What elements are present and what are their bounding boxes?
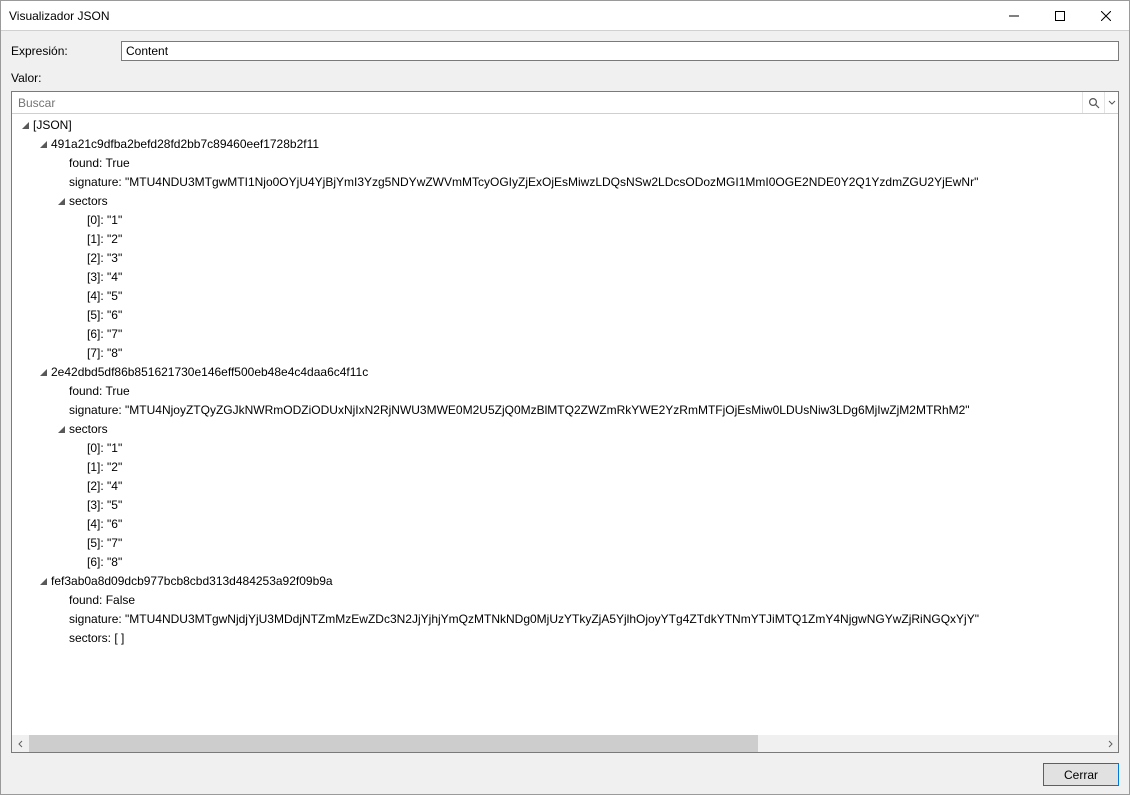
close-button[interactable]: Cerrar [1043, 763, 1119, 786]
dialog-footer: Cerrar [11, 759, 1119, 786]
expand-toggle[interactable] [56, 193, 67, 212]
tree-sector-item[interactable]: [2]: "4" [16, 477, 1118, 496]
tree-array-item: [2]: "4" [87, 479, 122, 493]
tree-entry[interactable]: 2e42dbd5df86b851621730e146eff500eb48e4c4… [16, 363, 1118, 382]
minimize-icon [1009, 11, 1019, 21]
tree-sector-item[interactable]: [4]: "5" [16, 287, 1118, 306]
expression-value: Content [126, 44, 168, 58]
chevron-left-icon [17, 740, 25, 748]
tree-array-item: [7]: "8" [87, 346, 122, 360]
search-icon [1088, 97, 1100, 109]
tree-array-item: [0]: "1" [87, 213, 122, 227]
close-window-button[interactable] [1083, 1, 1129, 31]
expand-toggle[interactable] [38, 364, 49, 383]
close-icon [1101, 11, 1111, 21]
horizontal-scrollbar[interactable] [12, 735, 1118, 752]
expand-toggle[interactable] [20, 117, 31, 136]
tree-key: fef3ab0a8d09dcb977bcb8cbd313d484253a92f0… [51, 574, 333, 588]
tree-array-item: [6]: "7" [87, 327, 122, 341]
expression-field[interactable]: Content [121, 41, 1119, 61]
tree-key: 2e42dbd5df86b851621730e146eff500eb48e4c4… [51, 365, 368, 379]
search-input[interactable] [12, 92, 1082, 113]
tree-prop: found: True [69, 156, 130, 170]
tree-prop: signature: "MTU4NjoyZTQyZGJkNWRmODZiODUx… [69, 403, 970, 417]
expand-toggle[interactable] [56, 421, 67, 440]
tree-sector-item[interactable]: [3]: "5" [16, 496, 1118, 515]
scroll-right-button[interactable] [1101, 735, 1118, 752]
chevron-right-icon [1106, 740, 1114, 748]
tree-prop: signature: "MTU4NDU3MTgwNjdjYjU3MDdjNTZm… [69, 612, 979, 626]
window-title: Visualizador JSON [9, 9, 110, 23]
value-label: Valor: [11, 71, 1119, 85]
tree-sector-item[interactable]: [5]: "6" [16, 306, 1118, 325]
tree-sectors-empty[interactable]: sectors: [ ] [16, 629, 1118, 648]
tree-sector-item[interactable]: [0]: "1" [16, 439, 1118, 458]
tree-prop: sectors: [ ] [69, 631, 124, 645]
tree-sector-item[interactable]: [0]: "1" [16, 211, 1118, 230]
tree-sector-item[interactable]: [6]: "8" [16, 553, 1118, 572]
tree-array-item: [0]: "1" [87, 441, 122, 455]
search-row [12, 92, 1118, 114]
tree-prop: signature: "MTU4NDU3MTgwMTI1Njo0OYjU4YjB… [69, 175, 978, 189]
tree-array-item: [1]: "2" [87, 232, 122, 246]
tree-array-item: [1]: "2" [87, 460, 122, 474]
tree-array-item: [3]: "5" [87, 498, 122, 512]
tree-found[interactable]: found: True [16, 382, 1118, 401]
tree-root[interactable]: [JSON] [16, 116, 1118, 135]
tree-sector-item[interactable]: [5]: "7" [16, 534, 1118, 553]
tree-container: [JSON] 491a21c9dfba2befd28fd2bb7c89460eef… [12, 114, 1118, 752]
maximize-button[interactable] [1037, 1, 1083, 31]
tree-array-item: [4]: "5" [87, 289, 122, 303]
client-area: Expresión: Content Valor: [JSON] 491a21c9… [1, 31, 1129, 794]
tree-sector-item[interactable]: [1]: "2" [16, 458, 1118, 477]
expression-label: Expresión: [11, 44, 111, 58]
expand-toggle[interactable] [38, 573, 49, 592]
scroll-left-button[interactable] [12, 735, 29, 752]
tree-array-item: [4]: "6" [87, 517, 122, 531]
tree-sector-item[interactable]: [6]: "7" [16, 325, 1118, 344]
tree-root-label: [JSON] [33, 118, 72, 132]
tree-found[interactable]: found: False [16, 591, 1118, 610]
search-button[interactable] [1082, 92, 1104, 113]
tree-prop: found: True [69, 384, 130, 398]
tree-array-item: [6]: "8" [87, 555, 122, 569]
tree-array-item: [2]: "3" [87, 251, 122, 265]
tree-sectors[interactable]: sectors [16, 192, 1118, 211]
minimize-button[interactable] [991, 1, 1037, 31]
json-tree[interactable]: [JSON] 491a21c9dfba2befd28fd2bb7c89460eef… [12, 114, 1118, 735]
tree-sectors[interactable]: sectors [16, 420, 1118, 439]
tree-sector-item[interactable]: [2]: "3" [16, 249, 1118, 268]
titlebar: Visualizador JSON [1, 1, 1129, 31]
value-panel: [JSON] 491a21c9dfba2befd28fd2bb7c89460eef… [11, 91, 1119, 753]
tree-prop: sectors [69, 194, 108, 208]
tree-prop: sectors [69, 422, 108, 436]
tree-sector-item[interactable]: [3]: "4" [16, 268, 1118, 287]
json-visualizer-window: Visualizador JSON Expresión: Content Val… [0, 0, 1130, 795]
tree-entry[interactable]: fef3ab0a8d09dcb977bcb8cbd313d484253a92f0… [16, 572, 1118, 591]
tree-sector-item[interactable]: [1]: "2" [16, 230, 1118, 249]
expand-toggle[interactable] [38, 136, 49, 155]
tree-sector-item[interactable]: [7]: "8" [16, 344, 1118, 363]
search-options-button[interactable] [1104, 92, 1118, 113]
tree-signature[interactable]: signature: "MTU4NjoyZTQyZGJkNWRmODZiODUx… [16, 401, 1118, 420]
scroll-thumb[interactable] [29, 735, 758, 752]
tree-array-item: [5]: "7" [87, 536, 122, 550]
expression-row: Expresión: Content [11, 41, 1119, 61]
maximize-icon [1055, 11, 1065, 21]
scroll-track[interactable] [29, 735, 1101, 752]
tree-signature[interactable]: signature: "MTU4NDU3MTgwNjdjYjU3MDdjNTZm… [16, 610, 1118, 629]
tree-sector-item[interactable]: [4]: "6" [16, 515, 1118, 534]
tree-array-item: [5]: "6" [87, 308, 122, 322]
tree-array-item: [3]: "4" [87, 270, 122, 284]
chevron-down-icon [1108, 99, 1116, 107]
tree-found[interactable]: found: True [16, 154, 1118, 173]
tree-signature[interactable]: signature: "MTU4NDU3MTgwMTI1Njo0OYjU4YjB… [16, 173, 1118, 192]
tree-entry[interactable]: 491a21c9dfba2befd28fd2bb7c89460eef1728b2… [16, 135, 1118, 154]
tree-key: 491a21c9dfba2befd28fd2bb7c89460eef1728b2… [51, 137, 319, 151]
tree-prop: found: False [69, 593, 135, 607]
